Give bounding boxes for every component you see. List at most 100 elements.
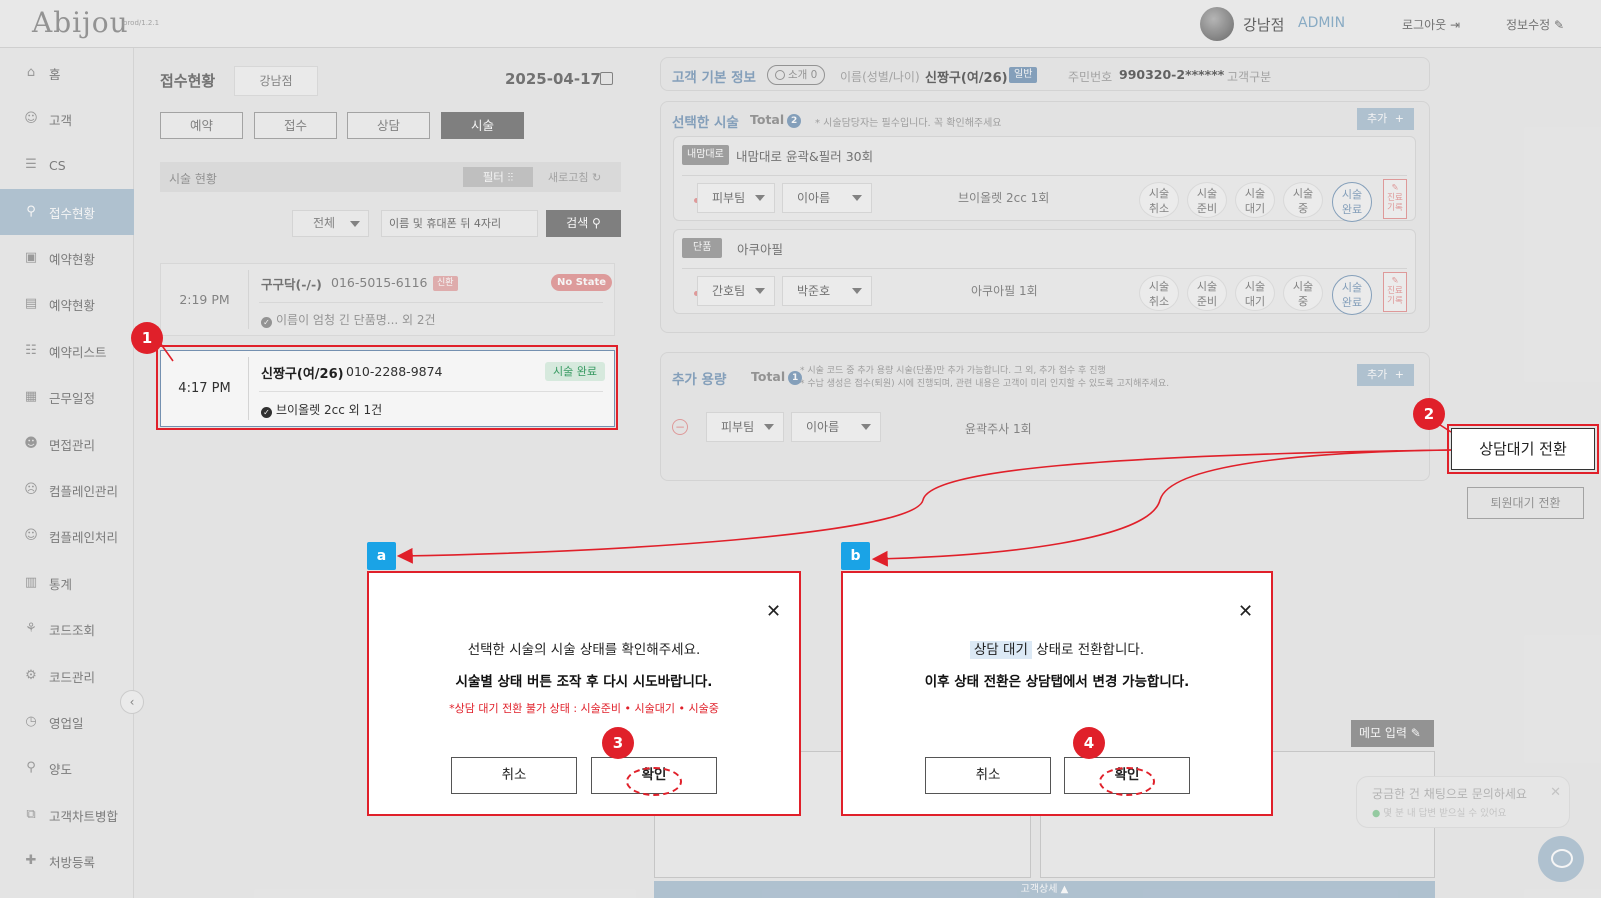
chevron-down-icon xyxy=(861,424,871,430)
extra-team-select[interactable]: 피부팀 xyxy=(706,412,784,442)
tab-reception[interactable]: 접수 xyxy=(254,112,337,139)
staff-select[interactable]: 박준호 xyxy=(782,276,872,306)
sidebar-item[interactable]: ✚ 처방등록 xyxy=(0,838,134,884)
close-icon[interactable]: ✕ xyxy=(1550,785,1561,800)
tab-consult[interactable]: 상담 xyxy=(347,112,430,139)
sidebar-item[interactable]: ☺ 컴플레인처리 xyxy=(0,513,134,559)
user-role: ADMIN xyxy=(1298,15,1346,31)
divider xyxy=(259,302,603,303)
customer-type-label: 고객구분 xyxy=(1227,70,1272,84)
name-label: 이름(성별/나이) xyxy=(840,70,920,84)
close-icon[interactable]: ✕ xyxy=(1238,601,1253,622)
sidebar-item[interactable]: ▤ 예약현황 xyxy=(0,281,134,327)
status-wait-button[interactable]: 시술 대기 xyxy=(1235,182,1275,218)
search-input[interactable] xyxy=(381,210,538,237)
intro-chip[interactable]: 소개 0 xyxy=(767,65,826,85)
rrn-value: 990320-2****** xyxy=(1119,67,1225,82)
menu-icon: ⚲ xyxy=(26,204,36,219)
card-phone: 016-5015-6116 xyxy=(331,275,428,290)
sidebar-item[interactable]: ▥ 통계 xyxy=(0,560,134,606)
discharge-wait-button[interactable]: 퇴원대기 전환 xyxy=(1467,487,1584,519)
sidebar-item[interactable]: ⌂ 홈 xyxy=(0,50,134,96)
extra-staff-select[interactable]: 이아름 xyxy=(791,412,881,442)
consult-wait-button[interactable]: 상담대기 전환 xyxy=(1447,424,1599,474)
dialog-message-2: 시술별 상태 버튼 조작 후 다시 시도바랍니다. xyxy=(455,674,713,690)
sidebar-item[interactable]: ⚙ 코드관리 xyxy=(0,653,134,699)
team-select[interactable]: 간호팀 xyxy=(697,276,775,306)
team-select[interactable]: 피부팀 xyxy=(697,183,775,213)
procedure-item: 내맘대로 내맘대로 윤곽&필러 30회 피부팀 이아름 브이올렛 2cc 1회 시술 취소 시… xyxy=(673,136,1416,222)
menu-icon: ⚲ xyxy=(26,760,36,775)
add-procedure-button[interactable]: 추가 + xyxy=(1357,108,1414,130)
tab-reservation[interactable]: 예약 xyxy=(160,112,243,139)
tab-procedure[interactable]: 시술 xyxy=(441,112,524,139)
memo-input-button[interactable]: 메모 입력 ✎ xyxy=(1351,720,1434,747)
chevron-down-icon xyxy=(764,424,774,430)
status-in-progress-button[interactable]: 시술 중 xyxy=(1283,182,1323,218)
remove-extra-button[interactable]: − xyxy=(672,419,688,435)
sidebar-item[interactable]: ☻ 면접관리 xyxy=(0,421,134,467)
cancel-button[interactable]: 취소 xyxy=(925,757,1051,794)
staff-select[interactable]: 이아름 xyxy=(782,183,872,213)
sidebar-item[interactable]: ▦ 근무일정 xyxy=(0,374,134,420)
search-button[interactable]: 검색 ⚲ xyxy=(546,210,621,237)
treatment-record-button[interactable]: ✎ 진료 기록 xyxy=(1383,179,1407,219)
sidebar-item[interactable]: ☺ 고객 xyxy=(0,96,134,142)
divider xyxy=(248,270,249,329)
callout-3: 3 xyxy=(602,727,634,759)
divider xyxy=(682,268,1407,269)
menu-icon: ☹ xyxy=(24,482,38,497)
status-done-button[interactable]: 시술 완료 xyxy=(1332,182,1372,222)
status-ready-button[interactable]: 시술 준비 xyxy=(1187,275,1227,311)
sidebar-item[interactable]: ⚲ 접수현황 xyxy=(0,189,134,235)
menu-icon: ⚙ xyxy=(25,668,37,683)
sidebar-collapse-button[interactable]: ‹ xyxy=(120,690,144,714)
sidebar-item[interactable]: ▣ 예약현황 xyxy=(0,235,134,281)
card-summary: ✓ 이름이 엄청 긴 단품명... 외 2건 xyxy=(261,311,436,328)
top-header: Abijou prod/1.2.1 강남점 ADMIN 로그아웃 ⇥ 정보수정 … xyxy=(0,0,1601,48)
sidebar-item[interactable]: ☰ CS xyxy=(0,142,134,188)
sidebar-item[interactable]: ⧉ 고객차트병합 xyxy=(0,792,134,838)
chevron-down-icon xyxy=(852,288,862,294)
status-badge: No State xyxy=(551,274,613,291)
cancel-button[interactable]: 취소 xyxy=(451,757,577,794)
status-select[interactable]: 전체 xyxy=(292,210,369,237)
sidebar-item[interactable]: ◷ 영업일 xyxy=(0,699,134,745)
chat-icon[interactable] xyxy=(1538,836,1584,882)
chat-prompt[interactable]: 궁금한 건 채팅으로 문의하세요 몇 분 내 답변 받으실 수 있어요 ✕ xyxy=(1356,776,1570,828)
add-extra-button[interactable]: 추가 + xyxy=(1357,364,1414,386)
status-in-progress-button[interactable]: 시술 중 xyxy=(1283,275,1323,311)
app-version: prod/1.2.1 xyxy=(123,19,160,27)
profile-edit-button[interactable]: 정보수정 ✎ xyxy=(1506,16,1564,33)
chevron-down-icon xyxy=(350,221,360,227)
status-cancel-button[interactable]: 시술 취소 xyxy=(1139,275,1179,311)
menu-icon: ☺ xyxy=(24,528,38,543)
app-logo[interactable]: Abijou xyxy=(32,6,129,39)
sidebar-item[interactable]: ☷ 예약리스트 xyxy=(0,328,134,374)
sidebar-item[interactable]: ☹ 컴플레인관리 xyxy=(0,467,134,513)
customer-detail-toggle[interactable]: 고객상세 ▲ xyxy=(654,881,1435,898)
status-wait-button[interactable]: 시술 대기 xyxy=(1235,275,1275,311)
sidebar-item-label: 예약현황 xyxy=(49,297,96,313)
reception-card[interactable]: 2:19 PM 구구닥(-/-) 016-5015-6116 신환 No Sta… xyxy=(160,263,615,336)
close-icon[interactable]: ✕ xyxy=(766,601,781,622)
menu-icon: ▥ xyxy=(24,575,38,590)
sidebar-item-label: 예약리스트 xyxy=(49,344,107,360)
treatment-record-button[interactable]: ✎ 진료 기록 xyxy=(1383,272,1407,312)
filter-button[interactable]: 필터 ⫶⫶ xyxy=(463,167,533,187)
procedures-title: 선택한 시술 xyxy=(672,115,739,131)
calendar-icon[interactable] xyxy=(600,72,613,85)
card-time: 2:19 PM xyxy=(179,292,230,307)
sidebar-item[interactable]: ⚘ 코드조회 xyxy=(0,606,134,652)
logout-button[interactable]: 로그아웃 ⇥ xyxy=(1402,16,1460,33)
dialog-message-1: 상담 대기 상태로 전환합니다. xyxy=(843,638,1271,659)
sidebar-item[interactable]: ⚲ 양도 xyxy=(0,745,134,791)
highlight-frame-card xyxy=(156,345,618,430)
refresh-button[interactable]: 새로고침 ↻ xyxy=(548,169,601,185)
extra-note-1: * 시술 코드 중 추가 용량 시술(단품)만 추가 가능합니다. 그 외, 추… xyxy=(800,366,1106,376)
customer-info-title: 고객 기본 정보 xyxy=(672,70,756,86)
status-cancel-button[interactable]: 시술 취소 xyxy=(1139,182,1179,218)
procedure-status-bar: 시술 현황 필터 ⫶⫶ 새로고침 ↻ xyxy=(160,162,621,192)
status-ready-button[interactable]: 시술 준비 xyxy=(1187,182,1227,218)
status-done-button[interactable]: 시술 완료 xyxy=(1332,275,1372,315)
